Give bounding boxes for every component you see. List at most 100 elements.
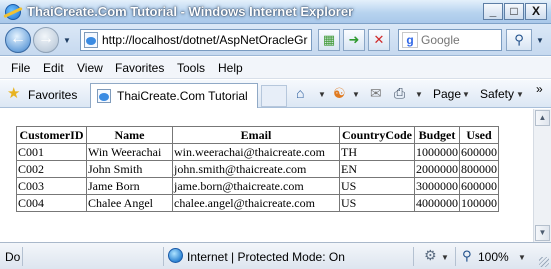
- page-icon: [84, 32, 98, 48]
- security-zone-text[interactable]: Internet | Protected Mode: On: [187, 250, 345, 264]
- resize-grip-icon[interactable]: [539, 257, 549, 267]
- window-controls: _ □ X: [483, 3, 547, 20]
- cell-email: john.smith@thaicreate.com: [172, 160, 340, 178]
- cell-email: chalee.angel@thaicreate.com: [172, 194, 340, 212]
- status-separator: [413, 247, 414, 266]
- status-text: Do: [5, 250, 21, 264]
- stop-button[interactable]: ✕: [368, 29, 390, 51]
- table-row: C004 Chalee Angel chalee.angel@thaicreat…: [16, 194, 499, 212]
- protected-mode-dropdown[interactable]: ▼: [441, 253, 449, 262]
- home-dropdown[interactable]: ▼: [318, 90, 326, 99]
- menu-bar: File Edit View Favorites Tools Help: [0, 57, 551, 79]
- google-icon: g: [402, 32, 418, 48]
- title-bar: ThaiCreate.Com Tutorial - Windows Intern…: [0, 0, 551, 24]
- column-header-budget: Budget: [414, 126, 460, 144]
- safety-dropdown[interactable]: ▼: [516, 90, 524, 99]
- new-tab-button[interactable]: [261, 85, 287, 107]
- tab-thaicreate[interactable]: ThaiCreate.Com Tutorial: [90, 83, 258, 108]
- cell-email: win.weerachai@thaicreate.com: [172, 143, 340, 161]
- print-dropdown[interactable]: ▼: [415, 90, 423, 99]
- table-row: C002 John Smith john.smith@thaicreate.co…: [16, 160, 499, 178]
- safety-menu[interactable]: Safety: [480, 87, 514, 101]
- cell-used: 600000: [459, 177, 499, 195]
- menu-view[interactable]: View: [77, 61, 103, 75]
- cell-name: Win Weerachai: [86, 143, 173, 161]
- menu-edit[interactable]: Edit: [43, 61, 64, 75]
- vertical-scrollbar[interactable]: ▲ ▼: [533, 109, 551, 242]
- search-options-dropdown[interactable]: ▼: [536, 36, 544, 45]
- cell-customerid: C004: [16, 194, 87, 212]
- zoom-icon[interactable]: ⚲: [462, 248, 472, 264]
- navigation-bar: ← → ▼ http://localhost/dotnet/AspNetOrac…: [0, 24, 551, 56]
- column-header-used: Used: [459, 126, 499, 144]
- column-header-customerid: CustomerID: [16, 126, 87, 144]
- favorites-button[interactable]: Favorites: [28, 88, 77, 102]
- globe-icon: [168, 248, 183, 263]
- page-icon: [97, 89, 111, 103]
- column-header-countrycode: CountryCode: [339, 126, 415, 144]
- table-row: C001 Win Weerachai win.weerachai@thaicre…: [16, 143, 499, 161]
- status-bar: Do Internet | Protected Mode: On ⚙ ▼ ⚲ 1…: [0, 242, 551, 269]
- tab-label: ThaiCreate.Com Tutorial: [117, 89, 248, 103]
- cell-used: 800000: [459, 160, 499, 178]
- maximize-button[interactable]: □: [504, 3, 524, 20]
- cell-budget: 4000000: [414, 194, 460, 212]
- cell-customerid: C002: [16, 160, 87, 178]
- menu-file[interactable]: File: [11, 61, 30, 75]
- close-button[interactable]: X: [525, 3, 547, 20]
- status-separator: [22, 247, 23, 266]
- column-header-email: Email: [172, 126, 340, 144]
- menu-help[interactable]: Help: [218, 61, 243, 75]
- zoom-dropdown[interactable]: ▼: [518, 253, 526, 262]
- status-separator: [455, 247, 456, 266]
- menu-favorites[interactable]: Favorites: [115, 61, 164, 75]
- cell-customerid: C001: [16, 143, 87, 161]
- cell-customerid: C003: [16, 177, 87, 195]
- home-icon[interactable]: ⌂: [296, 86, 304, 100]
- cell-name: Jame Born: [86, 177, 173, 195]
- feeds-dropdown[interactable]: ▼: [352, 90, 360, 99]
- search-box[interactable]: g: [398, 29, 502, 51]
- compatibility-view-button[interactable]: ▦: [318, 29, 340, 51]
- zoom-level[interactable]: 100%: [478, 250, 509, 264]
- forward-button[interactable]: →: [33, 27, 59, 53]
- feeds-icon[interactable]: ☯: [333, 86, 346, 100]
- address-text[interactable]: http://localhost/dotnet/AspNetOracleGr: [102, 33, 307, 47]
- favorites-bar: ★ Favorites ThaiCreate.Com Tutorial ⌂ ▼ …: [0, 80, 551, 108]
- cell-countrycode: TH: [339, 143, 415, 161]
- scroll-up-arrow-icon[interactable]: ▲: [535, 110, 550, 126]
- go-refresh-button[interactable]: ➜: [343, 29, 365, 51]
- page-content: CustomerID Name Email CountryCode Budget…: [0, 109, 533, 242]
- table-row: C003 Jame Born jame.born@thaicreate.com …: [16, 177, 499, 195]
- cell-name: John Smith: [86, 160, 173, 178]
- customer-table: CustomerID Name Email CountryCode Budget…: [16, 126, 499, 212]
- table-header-row: CustomerID Name Email CountryCode Budget…: [16, 126, 499, 144]
- more-commands-chevron-icon[interactable]: »: [536, 82, 543, 96]
- menu-tools[interactable]: Tools: [177, 61, 205, 75]
- cell-countrycode: US: [339, 194, 415, 212]
- search-input[interactable]: [421, 33, 499, 47]
- cell-countrycode: US: [339, 177, 415, 195]
- mail-icon[interactable]: ✉: [370, 86, 382, 100]
- status-separator: [163, 247, 164, 266]
- cell-name: Chalee Angel: [86, 194, 173, 212]
- cell-used: 600000: [459, 143, 499, 161]
- recent-pages-dropdown[interactable]: ▼: [63, 36, 71, 45]
- cell-countrycode: EN: [339, 160, 415, 178]
- search-button[interactable]: ⚲: [506, 29, 532, 51]
- favorites-star-icon[interactable]: ★: [7, 86, 20, 101]
- cell-used: 100000: [459, 194, 499, 212]
- ie-logo-icon: [5, 4, 21, 20]
- address-bar[interactable]: http://localhost/dotnet/AspNetOracleGr: [80, 29, 312, 51]
- back-button[interactable]: ←: [5, 27, 31, 53]
- cell-budget: 1000000: [414, 143, 460, 161]
- column-header-name: Name: [86, 126, 173, 144]
- page-dropdown[interactable]: ▼: [462, 90, 470, 99]
- print-icon[interactable]: ⎙: [394, 86, 405, 100]
- scroll-down-arrow-icon[interactable]: ▼: [535, 225, 550, 241]
- minimize-button[interactable]: _: [483, 3, 503, 20]
- cell-email: jame.born@thaicreate.com: [172, 177, 340, 195]
- cell-budget: 3000000: [414, 177, 460, 195]
- protected-mode-icon[interactable]: ⚙: [424, 248, 437, 262]
- page-menu[interactable]: Page: [433, 87, 461, 101]
